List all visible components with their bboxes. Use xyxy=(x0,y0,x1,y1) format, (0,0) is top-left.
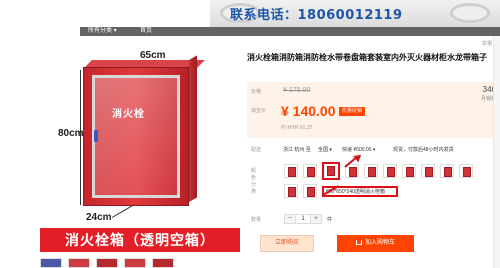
original-price: ¥ 175.00 xyxy=(283,87,311,94)
right-scroll-edge[interactable] xyxy=(493,36,500,268)
color-swatch[interactable] xyxy=(459,164,473,178)
thumbnail[interactable] xyxy=(96,258,118,268)
swatch-image xyxy=(288,187,296,197)
thumbnail-strip xyxy=(40,258,240,268)
swatch-image xyxy=(307,187,315,197)
shop-nav-bar: 所有分类 ▾ 首页 xyxy=(80,27,500,36)
quantity-input[interactable]: 1 xyxy=(296,214,310,224)
stock-status: 现货，付款后48小时内发货 xyxy=(393,147,454,153)
color-swatch[interactable] xyxy=(383,164,397,178)
color-label: 颜色分类 xyxy=(251,168,257,195)
sale-price: ¥ 140.00 xyxy=(281,103,336,119)
color-swatch[interactable] xyxy=(284,184,298,198)
quantity-increase-button[interactable]: + xyxy=(310,214,322,224)
buy-now-button[interactable]: 立即购买 xyxy=(260,235,314,252)
swatch-image xyxy=(444,167,452,177)
quantity-decrease-button[interactable]: − xyxy=(284,214,296,224)
color-swatch-selected[interactable] xyxy=(322,162,340,180)
converted-price: 约 MYR 91.37 xyxy=(281,125,313,131)
cart-icon xyxy=(355,240,362,245)
add-to-cart-label: 加入购物车 xyxy=(364,240,395,246)
color-swatch[interactable] xyxy=(421,164,435,178)
hose-reel-image xyxy=(450,3,490,23)
color-swatch[interactable] xyxy=(364,164,378,178)
shipping-origin: 浙江 杭州 至 xyxy=(283,147,311,153)
product-detail-panel: 消火栓箱消防箱消防栓水带卷盘箱套装室内外灭火器材柜水龙带箱子 价格 ¥ 175.… xyxy=(247,46,500,268)
shipping-label: 配送 xyxy=(251,147,262,153)
contact-phone: 联系电话：18060012119 xyxy=(230,8,403,23)
swatch-image xyxy=(307,167,315,177)
thumbnail[interactable] xyxy=(152,258,174,268)
swatch-image xyxy=(406,167,414,177)
price-box: 价格 ¥ 175.00 淘宝价 ¥ 140.00 优惠促销 约 MYR 91.3… xyxy=(247,82,500,138)
thumbnail[interactable] xyxy=(68,258,90,268)
color-swatch[interactable] xyxy=(440,164,454,178)
swatch-image xyxy=(368,167,376,177)
product-title: 消火栓箱消防箱消防栓水带卷盘箱套装室内外灭火器材柜水龙带箱子 xyxy=(247,53,487,62)
depth-dimension-label: 24cm xyxy=(86,212,112,223)
promo-price-label: 淘宝价 xyxy=(251,108,267,114)
add-to-cart-button[interactable]: 加入购物车 xyxy=(337,235,414,252)
swatch-image xyxy=(327,166,335,176)
shipping-destination-select[interactable]: 全国 ▾ xyxy=(318,146,332,153)
price-label: 价格 xyxy=(251,89,262,95)
color-swatch[interactable] xyxy=(402,164,416,178)
quantity-unit: 件 xyxy=(327,217,333,223)
swatch-image xyxy=(425,167,433,177)
swatch-image xyxy=(463,167,471,177)
thumbnail[interactable] xyxy=(40,258,62,268)
cabinet-lock xyxy=(94,130,98,142)
swatch-image xyxy=(387,167,395,177)
color-swatch[interactable] xyxy=(303,184,317,198)
nav-all-categories[interactable]: 所有分类 ▾ xyxy=(88,27,117,36)
color-swatch[interactable] xyxy=(284,164,298,178)
height-dimension-line xyxy=(80,70,81,205)
top-banner: 联系电话：18060012119 xyxy=(0,0,500,27)
promo-badge: 优惠促销 xyxy=(339,107,366,116)
quantity-label: 数量 xyxy=(251,217,262,223)
swatch-image xyxy=(349,167,357,177)
cabinet-glass xyxy=(92,75,180,198)
color-swatch[interactable] xyxy=(303,164,317,178)
shipping-row: 配送 浙江 杭州 至 全国 ▾ 快递 ¥500.00 ▾ 现货，付款后48小时内… xyxy=(247,146,500,156)
thumbnail[interactable] xyxy=(124,258,146,268)
cabinet-glass-label: 消火栓 xyxy=(112,109,145,120)
cabinet-side-face xyxy=(189,55,197,203)
nav-home[interactable]: 首页 xyxy=(140,27,152,36)
swatch-image xyxy=(288,167,296,177)
product-image-caption: 消火栓箱（透明空箱） xyxy=(40,228,240,252)
